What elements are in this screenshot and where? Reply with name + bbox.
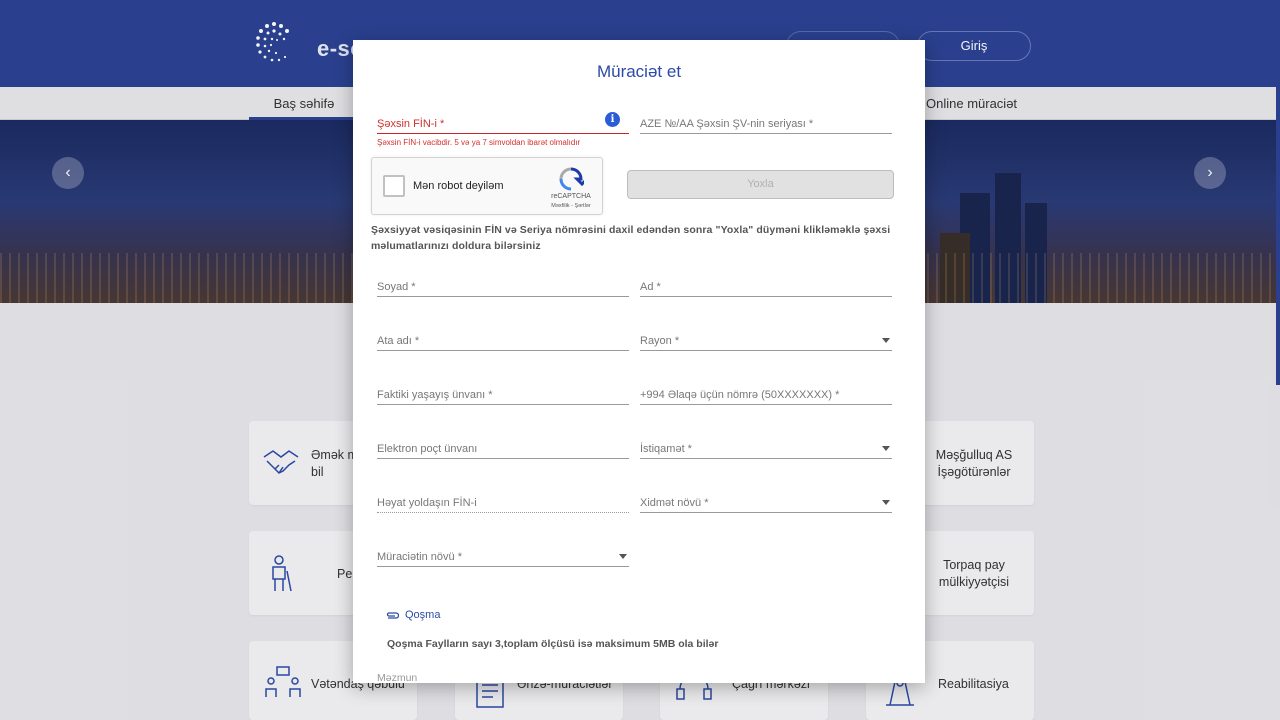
chevron-down-icon xyxy=(882,446,890,451)
name-label: Ad * xyxy=(640,281,661,293)
info-icon[interactable]: i xyxy=(605,112,620,127)
recaptcha-checkbox[interactable] xyxy=(383,175,405,197)
chevron-down-icon xyxy=(619,554,627,559)
phone-input[interactable]: +994 Əlaqə üçün nömrə (50XXXXXXX) * xyxy=(640,383,892,405)
id-series-input[interactable]: AZE №/AA Şəxsin ŞV-nin seriyası * xyxy=(640,112,892,134)
spouse-fin-input[interactable]: Həyat yoldaşın FİN-i xyxy=(377,491,629,513)
surname-label: Soyad * xyxy=(377,281,416,293)
instruction-text: Şəxsiyyət vəsiqəsinin FİN və Seriya nömr… xyxy=(371,224,891,252)
attach-button[interactable]: Qoşma xyxy=(405,609,440,621)
father-name-label: Ata adı * xyxy=(377,335,420,347)
attach-note: Qoşma Faylların sayı 3,toplam ölçüsü isə… xyxy=(387,638,719,650)
check-button[interactable]: Yoxla xyxy=(627,170,894,199)
fin-input[interactable]: Şəxsin FİN-i * xyxy=(377,112,629,134)
address-label: Faktiki yaşayış ünvanı * xyxy=(377,389,493,401)
surname-input[interactable]: Soyad * xyxy=(377,275,629,297)
father-name-input[interactable]: Ata adı * xyxy=(377,329,629,351)
service-type-select[interactable]: Xidmət növü * xyxy=(640,491,892,513)
recaptcha-logo-icon xyxy=(559,167,584,191)
id-series-label: AZE №/AA Şəxsin ŞV-nin seriyası * xyxy=(640,118,814,130)
email-input[interactable]: Elektron poçt ünvanı xyxy=(377,437,629,459)
fin-input-label: Şəxsin FİN-i * xyxy=(377,118,445,130)
spouse-fin-label: Həyat yoldaşın FİN-i xyxy=(377,497,477,509)
direction-select[interactable]: İstiqamət * xyxy=(640,437,892,459)
content-field-label: Məzmun xyxy=(377,672,418,683)
service-type-label: Xidmət növü * xyxy=(640,497,709,509)
recaptcha-widget: Mən robot deyiləm reCAPTCHA Məxfilik - Ş… xyxy=(371,157,603,215)
region-label: Rayon * xyxy=(640,335,680,347)
paperclip-icon xyxy=(386,612,399,619)
recaptcha-label: Mən robot deyiləm xyxy=(413,180,504,192)
direction-label: İstiqamət * xyxy=(640,443,692,455)
fin-error-message: Şəxsin FİN-i vacibdir. 5 və ya 7 simvold… xyxy=(377,138,581,147)
recaptcha-links[interactable]: Məxfilik - Şərtlər xyxy=(536,203,606,209)
address-input[interactable]: Faktiki yaşayış ünvanı * xyxy=(377,383,629,405)
region-select[interactable]: Rayon * xyxy=(640,329,892,351)
request-modal: Müraciət et Şəxsin FİN-i * i Şəxsin FİN-… xyxy=(353,40,925,683)
chevron-down-icon xyxy=(882,500,890,505)
phone-label: +994 Əlaqə üçün nömrə (50XXXXXXX) * xyxy=(640,389,840,401)
request-type-select[interactable]: Müraciətin növü * xyxy=(377,545,629,567)
chevron-down-icon xyxy=(882,338,890,343)
recaptcha-brand: reCAPTCHA xyxy=(551,193,591,200)
request-type-label: Müraciətin növü * xyxy=(377,551,462,563)
modal-title: Müraciət et xyxy=(596,62,682,81)
email-label: Elektron poçt ünvanı xyxy=(377,443,478,455)
name-input[interactable]: Ad * xyxy=(640,275,892,297)
